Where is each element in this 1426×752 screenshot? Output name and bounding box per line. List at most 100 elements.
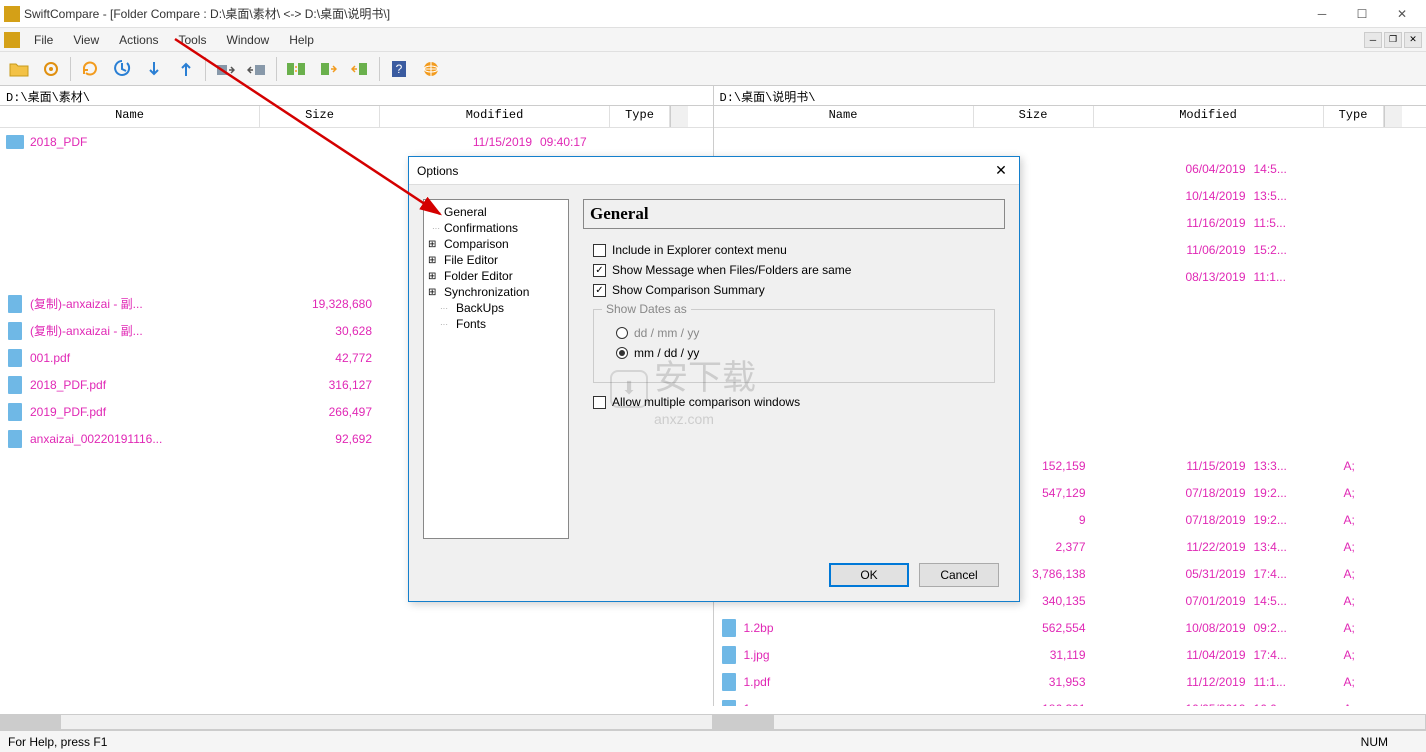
file-icon: [0, 376, 30, 394]
tree-item-backups[interactable]: BackUps: [426, 300, 566, 316]
cell-time: 19:2...: [1254, 513, 1344, 527]
copy-left-button[interactable]: [210, 55, 240, 83]
down-arrow-button[interactable]: [139, 55, 169, 83]
refresh-button[interactable]: [75, 55, 105, 83]
tree-item-folder-editor[interactable]: Folder Editor: [426, 268, 566, 284]
left-h-scrollbar[interactable]: [0, 714, 713, 730]
cell-type: A;: [1344, 540, 1384, 554]
left-path[interactable]: D:\桌面\素材\: [0, 86, 714, 105]
cell-date: 11/06/2019: [1094, 243, 1254, 257]
options-dialog: Options ✕ General Confirmations Comparis…: [408, 156, 1020, 602]
cell-type: A;: [1344, 594, 1384, 608]
col-type[interactable]: Type: [610, 106, 670, 127]
cell-size: 31,953: [974, 675, 1094, 689]
col-size[interactable]: Size: [974, 106, 1094, 127]
table-row[interactable]: 1.2bp562,55410/08/201909:2...A;: [714, 614, 1426, 641]
dialog-close-button[interactable]: ✕: [991, 162, 1011, 179]
radio-icon: [616, 327, 628, 339]
minimize-button[interactable]: ─: [1302, 0, 1342, 28]
up-arrow-button[interactable]: [171, 55, 201, 83]
cell-size: 562,554: [974, 621, 1094, 635]
table-row[interactable]: 1.pdf31,95311/12/201911:1...A;: [714, 668, 1426, 695]
menu-view[interactable]: View: [63, 31, 109, 49]
checkbox-multiple-windows[interactable]: Allow multiple comparison windows: [593, 395, 995, 409]
col-modified[interactable]: Modified: [380, 106, 610, 127]
open-folder-button[interactable]: [4, 55, 34, 83]
sync-both-button[interactable]: [281, 55, 311, 83]
checkbox-explorer-context[interactable]: Include in Explorer context menu: [593, 243, 995, 257]
cell-date: 11/04/2019: [1094, 648, 1254, 662]
table-row[interactable]: 1.png186,39110/25/201916:0...A;: [714, 695, 1426, 706]
right-h-scrollbar[interactable]: [713, 714, 1426, 730]
menu-help[interactable]: Help: [279, 31, 324, 49]
col-modified[interactable]: Modified: [1094, 106, 1324, 127]
menu-file[interactable]: File: [24, 31, 63, 49]
cell-name: 2019_PDF.pdf: [30, 405, 260, 419]
cell-time: 16:0...: [1254, 702, 1344, 707]
window-title: SwiftCompare - [Folder Compare : D:\桌面\素…: [24, 5, 1302, 22]
tree-item-fonts[interactable]: Fonts: [426, 316, 566, 332]
left-column-header: Name Size Modified Type: [0, 106, 713, 128]
dialog-title: Options: [417, 164, 458, 178]
help-button[interactable]: ?: [384, 55, 414, 83]
cell-type: A;: [1344, 621, 1384, 635]
tree-item-confirmations[interactable]: Confirmations: [426, 220, 566, 236]
undo-button[interactable]: [107, 55, 137, 83]
table-row[interactable]: 1.jpg31,11911/04/201917:4...A;: [714, 641, 1426, 668]
toolbar: ?: [0, 52, 1426, 86]
copy-right-button[interactable]: [242, 55, 272, 83]
sync-right-button[interactable]: [345, 55, 375, 83]
tree-item-general[interactable]: General: [426, 204, 566, 220]
cell-type: A;: [1344, 486, 1384, 500]
cancel-button[interactable]: Cancel: [919, 563, 999, 587]
menu-bar: File View Actions Tools Window Help ─ ❐ …: [0, 28, 1426, 52]
cell-name: 1.pdf: [744, 675, 974, 689]
checkbox-icon: [593, 396, 606, 409]
dialog-titlebar[interactable]: Options ✕: [409, 157, 1019, 185]
table-row[interactable]: 2018_PDF11/15/201909:40:17: [0, 128, 713, 155]
ok-button[interactable]: OK: [829, 563, 909, 587]
col-name[interactable]: Name: [0, 106, 260, 127]
menu-tools[interactable]: Tools: [169, 31, 217, 49]
cell-time: 11:1...: [1254, 675, 1344, 689]
close-button[interactable]: ✕: [1382, 0, 1422, 28]
menu-actions[interactable]: Actions: [109, 31, 168, 49]
cell-date: 11/15/2019: [380, 135, 540, 149]
file-icon: [0, 295, 30, 313]
maximize-button[interactable]: ☐: [1342, 0, 1382, 28]
mdi-close-button[interactable]: ✕: [1404, 32, 1422, 48]
tree-item-synchronization[interactable]: Synchronization: [426, 284, 566, 300]
cell-size: 266,497: [260, 405, 380, 419]
settings-button[interactable]: [36, 55, 66, 83]
cell-time: 14:5...: [1254, 162, 1344, 176]
tree-item-file-editor[interactable]: File Editor: [426, 252, 566, 268]
radio-mdy[interactable]: mm / dd / yy: [616, 346, 972, 360]
cell-date: 07/01/2019: [1094, 594, 1254, 608]
table-row[interactable]: [714, 128, 1426, 155]
file-icon: [714, 673, 744, 691]
sync-left-button[interactable]: [313, 55, 343, 83]
cell-date: 08/13/2019: [1094, 270, 1254, 284]
cell-size: 92,692: [260, 432, 380, 446]
checkbox-icon: [593, 244, 606, 257]
right-path[interactable]: D:\桌面\说明书\: [714, 86, 1426, 105]
radio-dmy[interactable]: dd / mm / yy: [616, 326, 972, 340]
col-type[interactable]: Type: [1324, 106, 1384, 127]
checkbox-same-message[interactable]: ✓ Show Message when Files/Folders are sa…: [593, 263, 995, 277]
cell-name: 2018_PDF.pdf: [30, 378, 260, 392]
cell-time: 11:5...: [1254, 216, 1344, 230]
status-bar: For Help, press F1 NUM: [0, 730, 1426, 752]
col-size[interactable]: Size: [260, 106, 380, 127]
cell-size: 19,328,680: [260, 297, 380, 311]
cell-type: A;: [1344, 567, 1384, 581]
cell-time: 09:2...: [1254, 621, 1344, 635]
tree-item-comparison[interactable]: Comparison: [426, 236, 566, 252]
title-bar: SwiftCompare - [Folder Compare : D:\桌面\素…: [0, 0, 1426, 28]
col-name[interactable]: Name: [714, 106, 974, 127]
menu-window[interactable]: Window: [217, 31, 280, 49]
web-button[interactable]: [416, 55, 446, 83]
checkbox-comparison-summary[interactable]: ✓ Show Comparison Summary: [593, 283, 995, 297]
mdi-minimize-button[interactable]: ─: [1364, 32, 1382, 48]
options-tree[interactable]: General Confirmations Comparison File Ed…: [423, 199, 569, 539]
mdi-restore-button[interactable]: ❐: [1384, 32, 1402, 48]
